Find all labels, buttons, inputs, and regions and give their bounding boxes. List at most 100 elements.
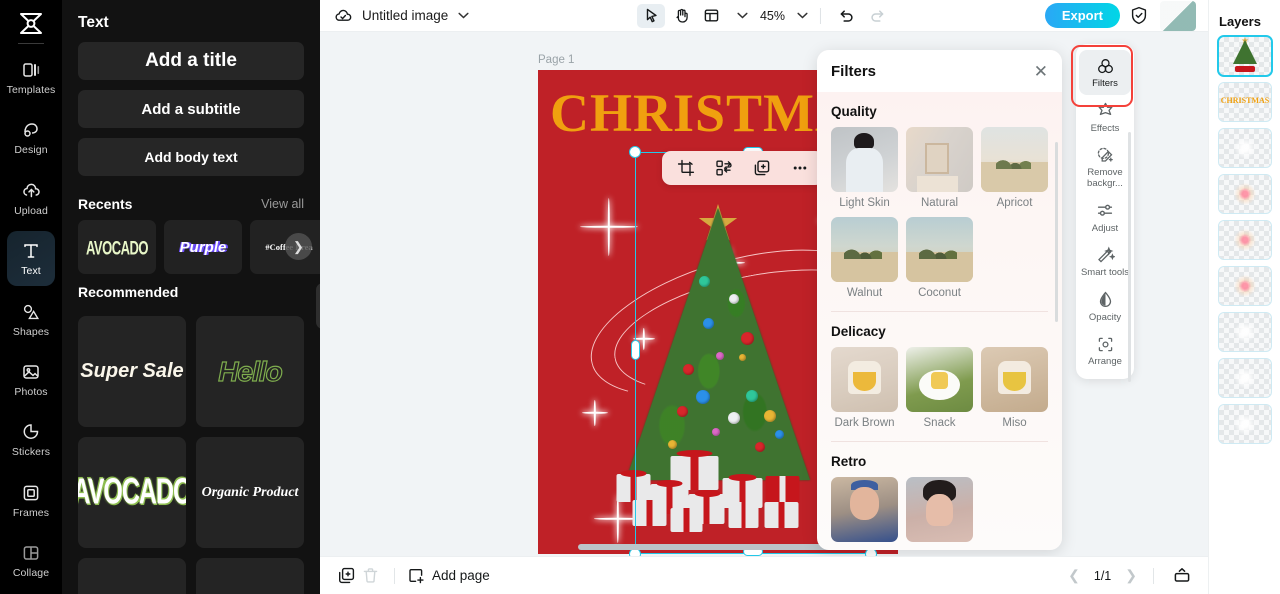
redo-button[interactable] [863, 4, 891, 28]
recommended-item[interactable] [196, 558, 304, 594]
sidebar-item-design[interactable]: Design [7, 110, 55, 164]
recent-item[interactable]: AVOCADO [78, 220, 156, 274]
filter-option[interactable]: Miso [981, 347, 1048, 429]
sidebar-item-collage[interactable]: Collage [7, 534, 55, 588]
chevron-down-icon[interactable] [458, 12, 469, 19]
tool-opacity[interactable]: Opacity [1079, 284, 1131, 329]
export-button[interactable]: Export [1044, 3, 1120, 28]
duplicate-icon[interactable] [752, 158, 772, 178]
ornament [746, 390, 758, 402]
layer-item[interactable] [1218, 220, 1272, 260]
element-tool-strip: Filters Effects Remove backgr... Adjust … [1071, 44, 1134, 382]
present-icon[interactable] [1170, 564, 1194, 588]
sidebar-item-text[interactable]: Text [7, 231, 55, 286]
document-title[interactable]: Untitled image [362, 8, 448, 23]
layer-item[interactable] [1217, 35, 1273, 77]
filters-panel-body[interactable]: Quality Light Skin Natural Apricot Walnu… [817, 92, 1062, 550]
layer-item[interactable] [1218, 312, 1272, 352]
add-title-button[interactable]: Add a title [78, 42, 304, 80]
sidebar-item-templates[interactable]: Templates [7, 50, 55, 104]
tool-smart-tools[interactable]: Smart tools [1079, 239, 1131, 284]
layer-item[interactable] [1218, 128, 1272, 168]
canvas-area[interactable]: Page 1 CHRISTMAS [320, 32, 1208, 556]
duplicate-page-icon[interactable] [334, 564, 358, 588]
layer-item[interactable]: CHRISTMAS [1218, 82, 1272, 122]
layer-thumb-glow [1234, 413, 1256, 435]
sidebar-item-stickers[interactable]: Stickers [7, 413, 55, 467]
filter-option[interactable]: Dark Brown [831, 347, 898, 429]
add-page-button[interactable]: Add page [407, 567, 490, 585]
toolstrip-scrollbar[interactable] [1128, 132, 1131, 382]
recommended-item-label: AVOCADO [78, 471, 186, 513]
resize-handle-left-middle[interactable] [631, 340, 640, 360]
trash-icon[interactable] [358, 564, 382, 588]
filter-thumbnail [831, 477, 898, 542]
sidebar-item-label: Frames [12, 506, 50, 519]
add-body-text-button[interactable]: Add body text [78, 138, 304, 176]
recommended-item[interactable]: Organic Product [196, 437, 304, 548]
adjust-sliders-icon [1095, 201, 1115, 221]
filters-scrollbar[interactable] [1055, 142, 1058, 322]
add-subtitle-button[interactable]: Add a subtitle [78, 90, 304, 128]
prev-page-button[interactable]: ❮ [1068, 567, 1080, 584]
layer-thumb-text: CHRISTMAS [1220, 96, 1270, 105]
close-x-icon[interactable]: ✕ [1034, 63, 1048, 80]
text-panel: Text Add a title Add a subtitle Add body… [62, 0, 320, 594]
chevron-right-icon[interactable]: ❯ [285, 233, 312, 260]
sidebar-item-upload[interactable]: Upload [7, 171, 55, 225]
layer-item[interactable] [1218, 266, 1272, 306]
crop-icon[interactable] [676, 158, 696, 178]
select-tool-button[interactable] [636, 3, 665, 28]
filter-option[interactable]: Snack [906, 347, 973, 429]
recommended-item[interactable]: Super Sale [78, 316, 186, 427]
layers-panel-title: Layers [1219, 14, 1261, 29]
filter-label: Snack [923, 417, 956, 429]
undo-button[interactable] [833, 4, 861, 28]
avatar[interactable] [1160, 0, 1196, 31]
layer-item[interactable] [1218, 358, 1272, 398]
templates-icon [20, 59, 42, 81]
recommended-item[interactable]: AVOCADO [78, 437, 186, 548]
tool-arrange[interactable]: Arrange [1079, 328, 1131, 373]
sidebar-item-frames[interactable]: Frames [7, 473, 55, 527]
panel-collapse-handle[interactable]: ❮ [316, 283, 320, 329]
recommended-grid: Super Sale Hello AVOCADO Organic Product [62, 308, 320, 594]
filter-thumbnail [831, 217, 898, 282]
tool-remove-background[interactable]: Remove backgr... [1079, 139, 1131, 194]
layout-tool-button[interactable] [697, 4, 725, 28]
remove-background-icon [1095, 145, 1115, 165]
shield-check-icon[interactable] [1128, 5, 1150, 27]
hand-tool-button[interactable] [667, 4, 695, 28]
zoom-chevron-down-icon[interactable] [797, 12, 808, 19]
filter-option[interactable]: Apricot [981, 127, 1048, 209]
filter-option[interactable]: Natural [906, 127, 973, 209]
cloud-saved-icon[interactable] [332, 5, 354, 27]
filters-section-title: Quality [831, 104, 877, 119]
layer-item[interactable] [1218, 404, 1272, 444]
recommended-item[interactable]: Hello [196, 316, 304, 427]
filter-option[interactable] [831, 477, 898, 542]
topbar-right-group: Export [1044, 0, 1196, 31]
resize-handle-top-left[interactable] [629, 146, 641, 158]
tool-adjust[interactable]: Adjust [1079, 195, 1131, 240]
capcut-logo-icon[interactable] [11, 6, 51, 41]
sidebar-item-shapes[interactable]: Shapes [7, 292, 55, 346]
recent-item[interactable]: Purple [164, 220, 242, 274]
filter-option[interactable]: Coconut [906, 217, 973, 299]
filter-option[interactable]: Walnut [831, 217, 898, 299]
recommended-item[interactable] [78, 558, 186, 594]
sidebar-item-photos[interactable]: Photos [7, 352, 55, 406]
layout-chevron-down-icon[interactable] [737, 12, 748, 19]
filter-option[interactable]: Light Skin [831, 127, 898, 209]
tool-filters[interactable]: Filters [1079, 50, 1131, 95]
christmas-tree-image[interactable] [613, 202, 823, 532]
layer-item[interactable] [1218, 174, 1272, 214]
recent-item-label: AVOCADO [86, 235, 148, 259]
replace-icon[interactable] [714, 158, 734, 178]
filter-option[interactable] [906, 477, 973, 542]
tool-effects[interactable]: Effects [1079, 95, 1131, 140]
ellipsis-icon[interactable] [790, 158, 810, 178]
next-page-button[interactable]: ❯ [1125, 567, 1137, 584]
zoom-level[interactable]: 45% [760, 9, 785, 23]
recents-view-all-link[interactable]: View all [261, 197, 304, 211]
